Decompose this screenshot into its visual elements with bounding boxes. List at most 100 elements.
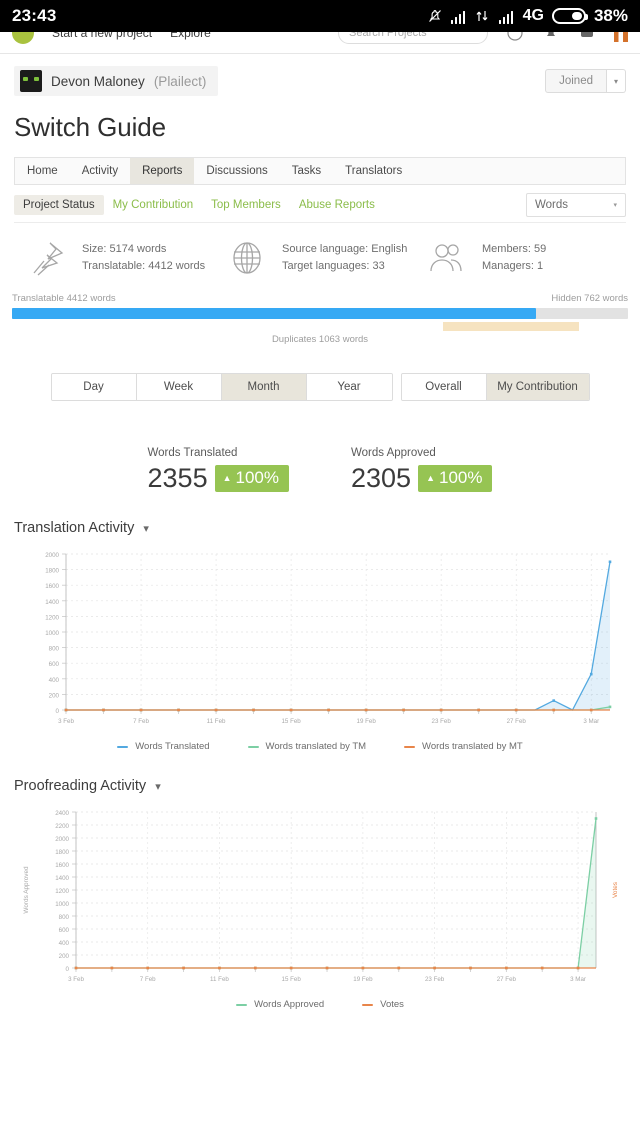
up-arrow-icon: ▲ bbox=[222, 472, 232, 483]
stat-members: Members: 59 Managers: 1 bbox=[426, 237, 626, 279]
period-toggle-group: Day Week Month Year bbox=[50, 373, 393, 401]
kpi-words-translated: Words Translated 2355 ▲ 100% bbox=[148, 447, 289, 494]
tab-reports[interactable]: Reports bbox=[130, 158, 195, 184]
stat-size-line2: Translatable: 4412 words bbox=[82, 260, 206, 272]
legend-label: Words Translated bbox=[135, 741, 210, 752]
svg-text:200: 200 bbox=[59, 953, 70, 960]
tab-translators[interactable]: Translators bbox=[333, 158, 414, 184]
svg-text:1400: 1400 bbox=[45, 599, 59, 606]
chevron-down-icon[interactable]: ▾ bbox=[155, 780, 161, 793]
up-arrow-icon: ▲ bbox=[426, 472, 435, 483]
legend-words-translated[interactable]: Words Translated bbox=[117, 741, 210, 752]
stat-lang-line1: Source language: English bbox=[282, 242, 408, 255]
nav-link-start-project[interactable]: Start a new project bbox=[52, 32, 152, 40]
kpi-words-translated-label: Words Translated bbox=[147, 447, 238, 459]
legend-words-translated-mt[interactable]: Words translated by MT bbox=[404, 741, 523, 752]
legend-votes[interactable]: Votes bbox=[362, 999, 404, 1010]
svg-text:400: 400 bbox=[49, 677, 60, 684]
svg-text:2400: 2400 bbox=[55, 810, 69, 817]
stat-size-text: Size: 5174 words Translatable: 4412 word… bbox=[82, 241, 205, 275]
battery-percent: 38% bbox=[593, 6, 628, 25]
svg-text:11 Feb: 11 Feb bbox=[207, 718, 226, 725]
svg-text:11 Feb: 11 Feb bbox=[210, 976, 229, 983]
duplicates-label: Duplicates 1063 words bbox=[271, 334, 369, 345]
legend-label: Votes bbox=[380, 999, 404, 1010]
kpi-words-approved: Words Approved 2305 ▲ 100% bbox=[351, 447, 493, 494]
scope-toggle-group: Overall My Contribution bbox=[400, 373, 590, 401]
legend-words-translated-tm[interactable]: Words translated by TM bbox=[247, 741, 367, 752]
joined-button[interactable]: Joined bbox=[545, 69, 607, 93]
globe-icon bbox=[226, 237, 268, 279]
stat-size-line1: Size: 5174 words bbox=[82, 242, 167, 255]
svg-text:2000: 2000 bbox=[55, 836, 69, 843]
search-input[interactable]: Search Projects bbox=[338, 32, 488, 44]
proofreading-activity-block: Proofreading Activity ▾ 0 200 400 600 800 100… bbox=[0, 778, 640, 1010]
svg-text:800: 800 bbox=[59, 914, 70, 921]
svg-text:2200: 2200 bbox=[55, 823, 69, 830]
project-owner-bar: Devon Maloney (Plailect) Joined ▾ bbox=[0, 54, 640, 102]
svg-text:3 Feb: 3 Feb bbox=[58, 718, 74, 725]
unit-select-value: Words bbox=[535, 199, 569, 211]
legend-words-approved[interactable]: Words Approved bbox=[236, 999, 324, 1010]
translation-activity-header[interactable]: Translation Activity ▾ bbox=[0, 520, 640, 544]
toggle-day[interactable]: Day bbox=[51, 374, 137, 400]
data-transfer-icon bbox=[475, 8, 491, 24]
legend-label: Words translated by MT bbox=[422, 741, 523, 752]
svg-text:3 Feb: 3 Feb bbox=[68, 976, 84, 983]
svg-text:1800: 1800 bbox=[55, 849, 69, 856]
help-icon[interactable] bbox=[506, 32, 524, 42]
messages-icon[interactable] bbox=[578, 32, 596, 42]
legend-label: Words translated by TM bbox=[265, 741, 367, 752]
translation-activity-block: Translation Activity ▾ 0 200 400 600 800 1000… bbox=[0, 520, 640, 752]
svg-text:Votes: Votes bbox=[612, 882, 619, 898]
svg-text:7 Feb: 7 Feb bbox=[133, 718, 149, 725]
signal-bars-icon bbox=[450, 8, 467, 24]
kpi-words-approved-badge: ▲ 100% bbox=[418, 465, 493, 492]
stat-lang-line2: Target languages: 33 bbox=[282, 260, 385, 272]
crowdin-logo[interactable] bbox=[12, 32, 34, 44]
progress-left-label: Translatable 4412 words bbox=[12, 293, 116, 304]
kpi-words-approved-delta: 100% bbox=[439, 468, 483, 487]
site-top-navigation: Start a new project Explore Search Proje… bbox=[0, 32, 640, 54]
status-time: 23:43 bbox=[12, 6, 57, 25]
toggle-year[interactable]: Year bbox=[306, 374, 392, 400]
mute-bell-icon bbox=[427, 8, 443, 24]
chevron-down-icon[interactable]: ▾ bbox=[143, 522, 149, 535]
kpi-words-approved-value: 2305 bbox=[351, 463, 412, 493]
network-type-label: 4G bbox=[522, 7, 544, 24]
svg-text:1200: 1200 bbox=[55, 888, 69, 895]
battery-icon bbox=[551, 8, 588, 24]
svg-text:400: 400 bbox=[59, 940, 70, 947]
flag-icon[interactable] bbox=[614, 32, 628, 42]
subtab-top-members[interactable]: Top Members bbox=[202, 195, 290, 215]
chevron-down-icon[interactable]: ▾ bbox=[606, 69, 626, 93]
subtab-project-status[interactable]: Project Status bbox=[14, 195, 104, 215]
joined-control-group: Joined ▾ bbox=[545, 69, 626, 93]
proofreading-activity-header[interactable]: Proofreading Activity ▾ bbox=[0, 778, 640, 802]
signal-bars-icon-2 bbox=[498, 8, 515, 24]
toggle-overall[interactable]: Overall bbox=[401, 374, 487, 400]
toggle-my-contribution[interactable]: My Contribution bbox=[486, 374, 589, 400]
duplicates-bar bbox=[443, 322, 579, 331]
svg-text:800: 800 bbox=[49, 646, 60, 653]
subtab-my-contribution[interactable]: My Contribution bbox=[104, 195, 203, 215]
svg-text:15 Feb: 15 Feb bbox=[281, 718, 301, 725]
kpi-words-translated-badge: ▲ 100% bbox=[214, 465, 289, 492]
tab-activity[interactable]: Activity bbox=[70, 158, 130, 184]
subtab-abuse-reports[interactable]: Abuse Reports bbox=[290, 195, 384, 215]
toggle-week[interactable]: Week bbox=[136, 374, 222, 400]
nav-link-explore[interactable]: Explore bbox=[170, 32, 211, 40]
toggle-month[interactable]: Month bbox=[221, 374, 307, 400]
tab-discussions[interactable]: Discussions bbox=[194, 158, 279, 184]
notifications-icon[interactable] bbox=[542, 32, 560, 42]
unit-select[interactable]: Words ▾ bbox=[526, 193, 626, 217]
tab-home[interactable]: Home bbox=[15, 158, 70, 184]
svg-text:0: 0 bbox=[56, 708, 60, 715]
svg-text:1000: 1000 bbox=[45, 630, 59, 637]
svg-text:7 Feb: 7 Feb bbox=[140, 976, 156, 983]
tab-tasks[interactable]: Tasks bbox=[280, 158, 333, 184]
svg-text:3 Mar: 3 Mar bbox=[570, 976, 586, 983]
owner-name: Devon Maloney bbox=[51, 73, 145, 89]
owner-chip[interactable]: Devon Maloney (Plailect) bbox=[14, 66, 219, 96]
svg-text:15 Feb: 15 Feb bbox=[282, 976, 302, 983]
